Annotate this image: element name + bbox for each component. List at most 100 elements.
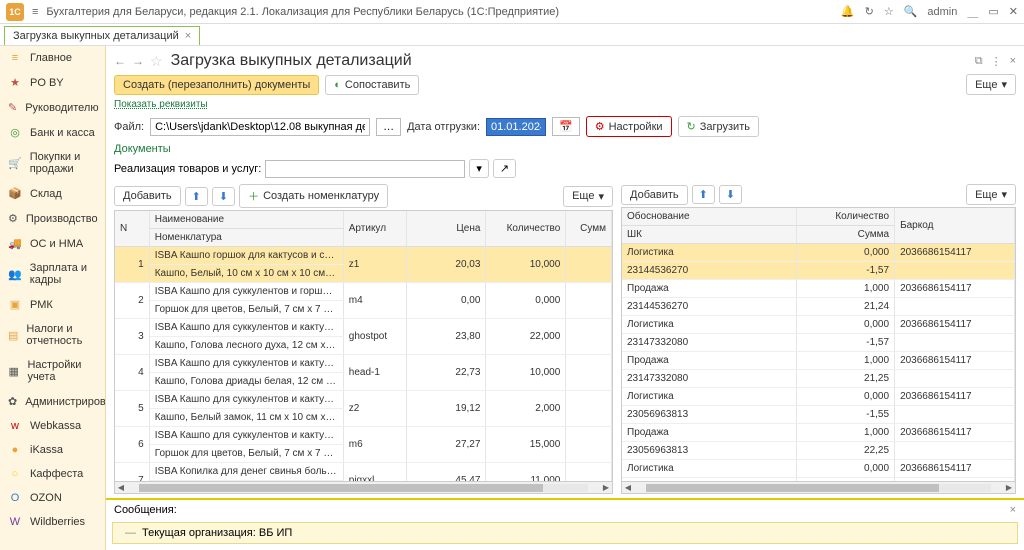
- sidebar-item[interactable]: WWildberries: [0, 510, 105, 534]
- user-label[interactable]: admin: [927, 6, 957, 18]
- messages-close-icon[interactable]: ×: [1010, 504, 1016, 516]
- sidebar-icon: ○: [8, 468, 22, 480]
- restore-icon[interactable]: ▭: [988, 5, 998, 18]
- open-new-icon[interactable]: ⧉: [975, 55, 983, 68]
- col-shk[interactable]: ШК: [622, 226, 796, 244]
- sidebar-item[interactable]: 🛒Покупки и продажи: [0, 145, 105, 181]
- table-row[interactable]: 23144536270-1,57: [622, 262, 1015, 280]
- page-close-icon[interactable]: ×: [1010, 55, 1016, 68]
- yet-button-top[interactable]: Еще ▾: [966, 74, 1016, 95]
- yet-button-left[interactable]: Еще ▾: [563, 186, 613, 207]
- table-row[interactable]: Логистика0,0002036686154117: [622, 244, 1015, 262]
- sale-input[interactable]: [265, 160, 465, 178]
- add-right-button[interactable]: Добавить: [621, 185, 688, 205]
- table-row[interactable]: 3ISBA Кашпо для суккулентов и кактусов г…: [115, 319, 612, 337]
- table-row[interactable]: Логистика0,0002036686154117: [622, 316, 1015, 334]
- table-row[interactable]: 6ISBA Кашпо для суккулентов и кактусов м…: [115, 427, 612, 445]
- load-button[interactable]: ↻Загрузить: [678, 116, 759, 137]
- sale-label: Реализация товаров и услуг:: [114, 163, 261, 175]
- history-icon[interactable]: ↻: [865, 5, 874, 18]
- col-barcode[interactable]: Баркод: [895, 208, 1015, 244]
- left-hscroll[interactable]: ◀▶: [114, 482, 613, 494]
- table-row[interactable]: 2ISBA Кашпо для суккулентов и горшок для…: [115, 283, 612, 301]
- back-button[interactable]: ←: [114, 54, 126, 68]
- move-down-right-button[interactable]: ⬇: [719, 185, 742, 204]
- sidebar-item[interactable]: ✎Руководителю: [0, 95, 105, 120]
- col-basis[interactable]: Обоснование: [622, 208, 796, 226]
- sale-dropdown-button[interactable]: ▾: [469, 159, 489, 178]
- table-row[interactable]: Логистика0,0002036686154117: [622, 388, 1015, 406]
- create-documents-button[interactable]: Создать (перезаполнить) документы: [114, 75, 319, 95]
- col-art[interactable]: Артикул: [343, 211, 406, 247]
- date-input[interactable]: [486, 118, 546, 136]
- sidebar-item[interactable]: 👥Зарплата и кадры: [0, 256, 105, 292]
- sidebar-item[interactable]: ★PO BY: [0, 70, 105, 95]
- col-nomen[interactable]: Номенклатура: [149, 229, 343, 247]
- col-name[interactable]: Наименование: [149, 211, 343, 229]
- table-row[interactable]: Продажа1,0002036686154117: [622, 352, 1015, 370]
- table-row[interactable]: Логистика0,0002036686154117: [622, 460, 1015, 478]
- sidebar-item[interactable]: ✿Администрирование: [0, 389, 105, 414]
- table-row[interactable]: Продажа1,0002036686154117: [622, 424, 1015, 442]
- sidebar-item[interactable]: ▦Настройки учета: [0, 353, 105, 389]
- add-left-button[interactable]: Добавить: [114, 186, 181, 206]
- show-details-link[interactable]: Показать реквизиты: [114, 99, 1016, 110]
- move-up-left-button[interactable]: ⬆: [185, 187, 208, 206]
- forward-button[interactable]: →: [132, 54, 144, 68]
- tab-close-icon[interactable]: ×: [185, 30, 191, 42]
- minimize-icon[interactable]: ＿: [967, 4, 978, 20]
- table-row[interactable]: 23056963813-1,55: [622, 406, 1015, 424]
- col-n[interactable]: N: [115, 211, 149, 247]
- yet-button-right[interactable]: Еще ▾: [966, 184, 1016, 205]
- col-price[interactable]: Цена: [406, 211, 486, 247]
- move-down-left-button[interactable]: ⬇: [212, 187, 235, 206]
- table-row[interactable]: 4ISBA Кашпо для суккулентов и кактусов г…: [115, 355, 612, 373]
- table-row[interactable]: 2305696381322,25: [622, 442, 1015, 460]
- col-sum[interactable]: Сумм: [566, 211, 612, 247]
- table-row[interactable]: Продажа1,0002036686154117: [622, 280, 1015, 298]
- sidebar-item[interactable]: ▤Налоги и отчетность: [0, 317, 105, 353]
- table-row[interactable]: 23147332080-1,57: [622, 334, 1015, 352]
- file-browse-button[interactable]: …: [376, 118, 401, 136]
- file-input[interactable]: [150, 118, 370, 136]
- sidebar-label: Wildberries: [30, 516, 85, 528]
- table-row[interactable]: 2314453627021,24: [622, 298, 1015, 316]
- sidebar-item[interactable]: wWebkassa: [0, 414, 105, 438]
- sidebar-item[interactable]: ⚙Производство: [0, 206, 105, 231]
- sidebar-item[interactable]: ≡Главное: [0, 46, 105, 70]
- sidebar-item[interactable]: ●iKassa: [0, 438, 105, 462]
- sidebar-icon: O: [8, 492, 22, 504]
- sidebar-item[interactable]: 🚚ОС и НМА: [0, 231, 105, 256]
- col-rqty[interactable]: Количество: [796, 208, 894, 226]
- col-rsum[interactable]: Сумма: [796, 226, 894, 244]
- table-row[interactable]: 5ISBA Кашпо для суккулентов и кактусов д…: [115, 391, 612, 409]
- compare-button[interactable]: ◐Сопоставить: [325, 75, 419, 95]
- bell-icon[interactable]: 🔔: [841, 5, 855, 18]
- sale-open-button[interactable]: ↗: [493, 159, 516, 178]
- sidebar-item[interactable]: ▣РМК: [0, 292, 105, 317]
- col-qty[interactable]: Количество: [486, 211, 566, 247]
- search-icon[interactable]: 🔍: [904, 5, 918, 18]
- move-up-right-button[interactable]: ⬆: [692, 185, 715, 204]
- table-row[interactable]: 7ISBA Копилка для денег свинья большая г…: [115, 463, 612, 481]
- tab-active[interactable]: Загрузка выкупных детализаций ×: [4, 26, 200, 45]
- right-hscroll[interactable]: ◀▶: [621, 482, 1016, 494]
- calendar-icon[interactable]: 📅: [552, 117, 580, 136]
- right-grid[interactable]: Обоснование Количество Баркод ШК Сумма Л…: [621, 207, 1016, 482]
- star-icon[interactable]: ☆: [884, 5, 894, 18]
- sidebar-item[interactable]: ◎Банк и касса: [0, 120, 105, 145]
- menu-icon[interactable]: ≡: [32, 6, 38, 18]
- sidebar-item[interactable]: ○Каффеста: [0, 462, 105, 486]
- left-grid[interactable]: N Наименование Артикул Цена Количество С…: [114, 210, 613, 482]
- sidebar-item[interactable]: OOZON: [0, 486, 105, 510]
- more-icon[interactable]: ⋮: [991, 55, 1002, 68]
- favorite-icon[interactable]: ☆: [150, 53, 163, 70]
- create-nomenclature-button[interactable]: ＋Создать номенклатуру: [239, 184, 388, 208]
- close-icon[interactable]: ✕: [1009, 5, 1018, 18]
- sidebar-item[interactable]: 📦Склад: [0, 181, 105, 206]
- table-row[interactable]: 2314733208021,25: [622, 370, 1015, 388]
- sidebar-icon: 📦: [8, 187, 22, 200]
- sidebar-icon: ▤: [8, 329, 18, 342]
- settings-button[interactable]: ⚙Настройки: [586, 116, 672, 137]
- table-row[interactable]: 1ISBA Кашпо горшок для кактусов и суккул…: [115, 247, 612, 265]
